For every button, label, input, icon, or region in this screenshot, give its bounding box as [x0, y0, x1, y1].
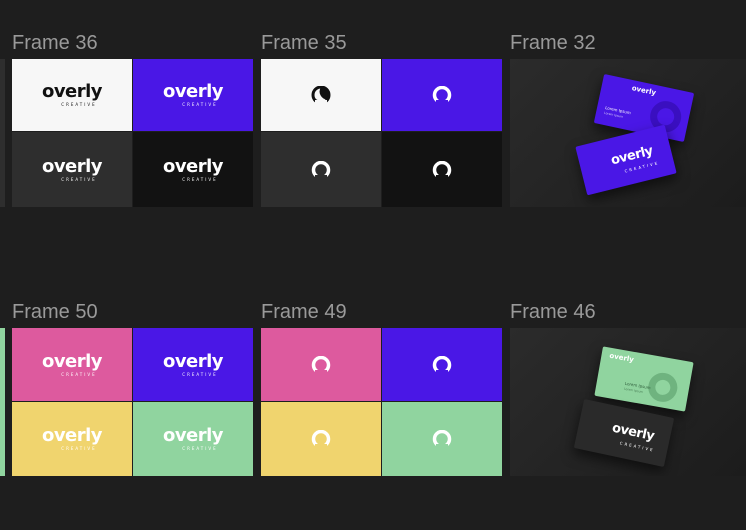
overly-o-logo-icon: [432, 86, 452, 104]
overly-wordmark-logo: overly CREATIVE: [41, 350, 103, 377]
tagline-text: CREATIVE: [61, 176, 97, 182]
wordmark-text: overly: [162, 81, 224, 102]
frame-50-label[interactable]: Frame 50: [12, 300, 98, 324]
frame-46[interactable]: overly Lorem Ipsum Lorem Ipsum overly CR…: [510, 328, 746, 476]
frame-32[interactable]: overly Lorem Ipsum Lorem Ipsum overly CR…: [510, 59, 746, 207]
tagline-text: CREATIVE: [61, 446, 97, 451]
overly-wordmark-logo: overly CREATIVE: [162, 81, 224, 108]
overly-o-logo-icon: [311, 86, 331, 104]
overly-o-logo-icon: [311, 355, 331, 374]
wordmark-text: overly: [162, 425, 224, 446]
tagline-text: CREATIVE: [182, 102, 218, 107]
logo-tile-yellow: overly CREATIVE: [12, 402, 132, 476]
icon-tile-green: [382, 402, 502, 476]
frame-35-label[interactable]: Frame 35: [261, 31, 347, 55]
frame-35[interactable]: [261, 59, 502, 207]
wordmark-text: overly: [41, 81, 103, 102]
logo-tile-dark-gray: overly CREATIVE: [12, 132, 132, 207]
tagline-text: CREATIVE: [182, 371, 218, 377]
frame-49-label[interactable]: Frame 49: [261, 300, 347, 324]
overly-o-logo-icon: [311, 160, 331, 179]
partial-frame-edge: [0, 59, 5, 207]
overly-wordmark-logo: overly CREATIVE: [162, 155, 224, 182]
logo-tile-pink: overly CREATIVE: [12, 328, 132, 401]
wordmark-text: overly: [41, 155, 103, 177]
overly-o-logo-icon: [432, 160, 452, 179]
wordmark-text: overly: [162, 155, 224, 177]
frame-46-label[interactable]: Frame 46: [510, 300, 596, 324]
wordmark-text: overly: [162, 350, 224, 372]
logo-tile-green: overly CREATIVE: [133, 402, 253, 476]
icon-tile-yellow: [261, 402, 381, 476]
frame-49[interactable]: [261, 328, 502, 476]
logo-tile-white: overly CREATIVE: [12, 59, 132, 131]
overly-wordmark-logo: overly CREATIVE: [162, 425, 224, 452]
tagline-text: CREATIVE: [182, 446, 218, 451]
logo-tile-black: overly CREATIVE: [133, 132, 253, 207]
overly-wordmark-logo: overly CREATIVE: [41, 81, 103, 108]
overly-o-logo-icon: [432, 430, 452, 448]
logo-tile-purple: overly CREATIVE: [133, 59, 253, 131]
overly-o-logo-icon: [311, 430, 331, 448]
overly-wordmark-logo: overly CREATIVE: [606, 419, 659, 453]
wordmark-text: overly: [41, 350, 103, 372]
business-card-back: overly Lorem Ipsum Lorem Ipsum: [594, 346, 694, 412]
frame-50[interactable]: overly CREATIVE overly CREATIVE overly C…: [12, 328, 253, 476]
overly-wordmark-logo: overly CREATIVE: [41, 155, 103, 182]
business-card-front: overly CREATIVE: [573, 398, 675, 468]
logo-tile-purple: overly CREATIVE: [133, 328, 253, 401]
partial-frame-edge: [0, 328, 5, 476]
overly-wordmark-logo: overly CREATIVE: [162, 350, 224, 377]
frame-36[interactable]: overly CREATIVE overly CREATIVE overly C…: [12, 59, 253, 207]
icon-tile-white: [261, 59, 381, 131]
overly-o-logo-icon: [432, 355, 452, 374]
overly-wordmark-logo: overly CREATIVE: [606, 142, 659, 177]
tagline-text: CREATIVE: [61, 371, 97, 377]
icon-tile-purple: [382, 59, 502, 131]
icon-tile-black: [382, 132, 502, 207]
icon-tile-pink: [261, 328, 381, 401]
icon-tile-purple: [382, 328, 502, 401]
frame-32-label[interactable]: Frame 32: [510, 31, 596, 55]
icon-tile-dark-gray: [261, 132, 381, 207]
tagline-text: CREATIVE: [61, 102, 97, 107]
card-wordmark: overly: [608, 351, 635, 364]
frame-36-label[interactable]: Frame 36: [12, 31, 98, 55]
tagline-text: CREATIVE: [182, 176, 218, 182]
wordmark-text: overly: [41, 425, 103, 446]
business-card-front: overly CREATIVE: [575, 124, 677, 196]
card-wordmark: overly: [631, 84, 657, 98]
overly-wordmark-logo: overly CREATIVE: [41, 425, 103, 452]
